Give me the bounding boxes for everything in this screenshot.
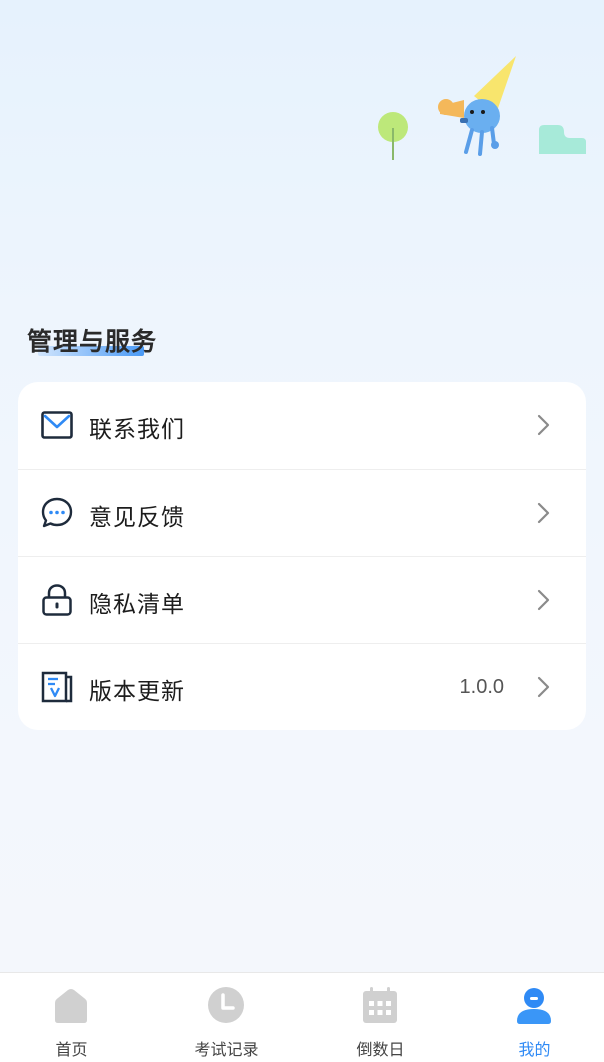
- menu-item-feedback[interactable]: 意见反馈: [18, 469, 586, 556]
- chevron-right-icon: [537, 676, 550, 698]
- chevron-right-icon: [537, 589, 550, 611]
- version-number: 1.0.0: [459, 676, 504, 698]
- chat-bubble-icon: [41, 497, 73, 528]
- header-illustration: [0, 0, 604, 300]
- mail-icon: [41, 411, 73, 439]
- mascot-megaphone-illustration: [438, 56, 516, 156]
- menu-item-label: 意见反馈: [89, 505, 185, 531]
- section-title: 管理与服务: [27, 327, 158, 356]
- tab-home[interactable]: 首页: [0, 973, 147, 1062]
- lock-icon: [42, 584, 72, 616]
- tree-illustration: [378, 112, 408, 160]
- menu-item-label: 联系我们: [89, 417, 185, 443]
- tab-label: 倒数日: [356, 1040, 405, 1059]
- tab-label: 考试记录: [194, 1040, 259, 1059]
- calendar-icon: [363, 987, 397, 1023]
- chevron-right-icon: [537, 502, 550, 524]
- menu-item-privacy-list[interactable]: 隐私清单: [18, 556, 586, 643]
- user-icon: [517, 988, 551, 1024]
- menu-item-contact-us[interactable]: 联系我们: [18, 382, 586, 469]
- version-document-icon: [41, 671, 73, 703]
- home-icon: [55, 989, 87, 1023]
- chevron-right-icon: [537, 414, 550, 436]
- menu-item-version-update[interactable]: 版本更新 1.0.0: [18, 643, 586, 730]
- menu-item-label: 版本更新: [89, 679, 185, 705]
- services-card: 联系我们 意见反馈 隐私清单 版本更新 1.0.0: [18, 382, 586, 730]
- tab-label: 首页: [55, 1040, 88, 1059]
- menu-item-label: 隐私清单: [89, 592, 185, 618]
- tab-exam-records[interactable]: 考试记录: [151, 973, 302, 1062]
- clock-icon: [208, 987, 244, 1023]
- tab-countdown-days[interactable]: 倒数日: [305, 973, 456, 1062]
- bottom-tab-bar: 首页 考试记录 倒数日 我的: [0, 972, 604, 1062]
- mound-illustration: [539, 125, 586, 154]
- tab-label: 我的: [518, 1040, 551, 1059]
- tab-mine[interactable]: 我的: [459, 973, 604, 1062]
